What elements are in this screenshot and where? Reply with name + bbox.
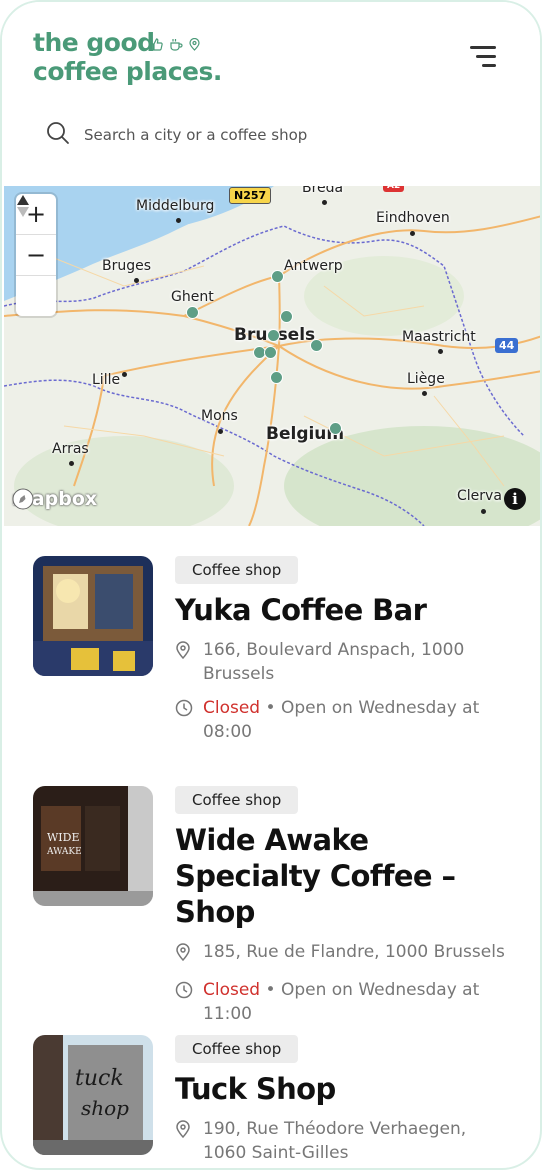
map-label-bruges: Bruges: [102, 258, 152, 274]
svg-text:shop: shop: [81, 1096, 129, 1120]
thumbs-up-icon: [150, 36, 163, 55]
search-icon: [46, 121, 70, 149]
coffee-cup-icon: [169, 36, 183, 55]
place-type-badge: Coffee shop: [175, 786, 299, 814]
clock-icon: [175, 696, 193, 744]
coffee-shop-pin[interactable]: [267, 329, 280, 342]
coffee-shop-pin[interactable]: [264, 346, 277, 359]
hours-row: Closed • Open on Wednesday at 08:00: [175, 696, 505, 744]
map-label-mons: Mons: [201, 408, 238, 424]
search-input[interactable]: [82, 125, 466, 145]
header: the good coffee places.: [2, 2, 540, 186]
map-label-breda: Breda: [302, 186, 344, 196]
place-address: 185, Rue de Flandre, 1000 Brussels: [203, 942, 505, 962]
coffee-shop-photo[interactable]: [33, 556, 153, 676]
svg-text:WIDE: WIDE: [47, 831, 80, 844]
compass-icon: [17, 195, 29, 217]
road-shield-44: 44: [495, 338, 519, 353]
map-label-ghent: Ghent: [171, 289, 214, 305]
map-label-lille: Lille: [92, 372, 121, 388]
coffee-shop-pin[interactable]: [270, 371, 283, 384]
map-label-maastricht: Maastricht: [402, 329, 476, 345]
map-label-antwerp: Antwerp: [284, 258, 343, 274]
hamburger-menu-icon[interactable]: [468, 44, 496, 70]
address-row: 185, Rue de Flandre, 1000 Brussels: [175, 940, 505, 968]
logo-line-2: coffee places.: [33, 57, 222, 86]
map-label-liege: Liège: [407, 371, 445, 387]
road-shield-n257: N257: [229, 187, 272, 204]
place-name[interactable]: Wide Awake Specialty Coffee – Shop: [175, 822, 505, 930]
clock-icon: [175, 978, 193, 1026]
coffee-shop-pin[interactable]: [329, 422, 342, 435]
place-name[interactable]: Yuka Coffee Bar: [175, 592, 505, 628]
search-bar[interactable]: [46, 120, 496, 150]
mapbox-logo[interactable]: mapbox: [12, 488, 97, 510]
address-row: 190, Rue Théodore Verhaegen, 1060 Saint-…: [175, 1117, 505, 1165]
road-shield-a2: A2: [383, 186, 405, 192]
coffee-shop-pin[interactable]: [271, 270, 284, 283]
address-row: 166, Boulevard Anspach, 1000 Brussels: [175, 638, 505, 686]
map-label-clerva: Clerva: [457, 488, 502, 504]
place-address: 166, Boulevard Anspach, 1000 Brussels: [203, 640, 465, 684]
map-zoom-controls: + −: [16, 194, 56, 316]
place-address: 190, Rue Théodore Verhaegen, 1060 Saint-…: [203, 1119, 467, 1163]
mapbox-icon: [12, 488, 34, 510]
coffee-shop-pin[interactable]: [310, 339, 323, 352]
app-frame: the good coffee places. Search a city or…: [0, 0, 542, 1170]
svg-text:AWAKE: AWAKE: [46, 847, 82, 857]
map-label-arras: Arras: [52, 441, 89, 457]
coffee-shop-pin[interactable]: [186, 306, 199, 319]
place-type-badge: Coffee shop: [175, 556, 299, 584]
place-name[interactable]: Tuck Shop: [175, 1071, 505, 1107]
location-pin-icon: [175, 1117, 193, 1165]
compass-button[interactable]: [16, 195, 56, 316]
hours-row: Closed • Open on Wednesday at 11:00: [175, 978, 505, 1026]
location-pin-icon: [175, 638, 193, 686]
coffee-shop-pin[interactable]: [280, 310, 293, 323]
zoom-out-button[interactable]: −: [16, 235, 56, 276]
location-pin-icon: [175, 940, 193, 968]
status-closed: Closed: [203, 980, 261, 1000]
place-type-badge: Coffee shop: [175, 1035, 299, 1063]
coffee-shop-photo[interactable]: WIDE AWAKE: [33, 786, 153, 906]
map-info-button[interactable]: i: [504, 488, 526, 510]
svg-text:tuck: tuck: [75, 1066, 124, 1091]
map-label-eindhoven: Eindhoven: [376, 210, 450, 226]
logo-icons: [150, 36, 200, 55]
map-pin-icon: [189, 36, 200, 55]
coffee-shop-photo[interactable]: tuck shop: [33, 1035, 153, 1155]
status-closed: Closed: [203, 698, 261, 718]
map-label-middelburg: Middelburg: [136, 198, 215, 214]
map-view[interactable]: N257 44 A2 Middelburg Breda Eindhoven Br…: [4, 186, 540, 526]
